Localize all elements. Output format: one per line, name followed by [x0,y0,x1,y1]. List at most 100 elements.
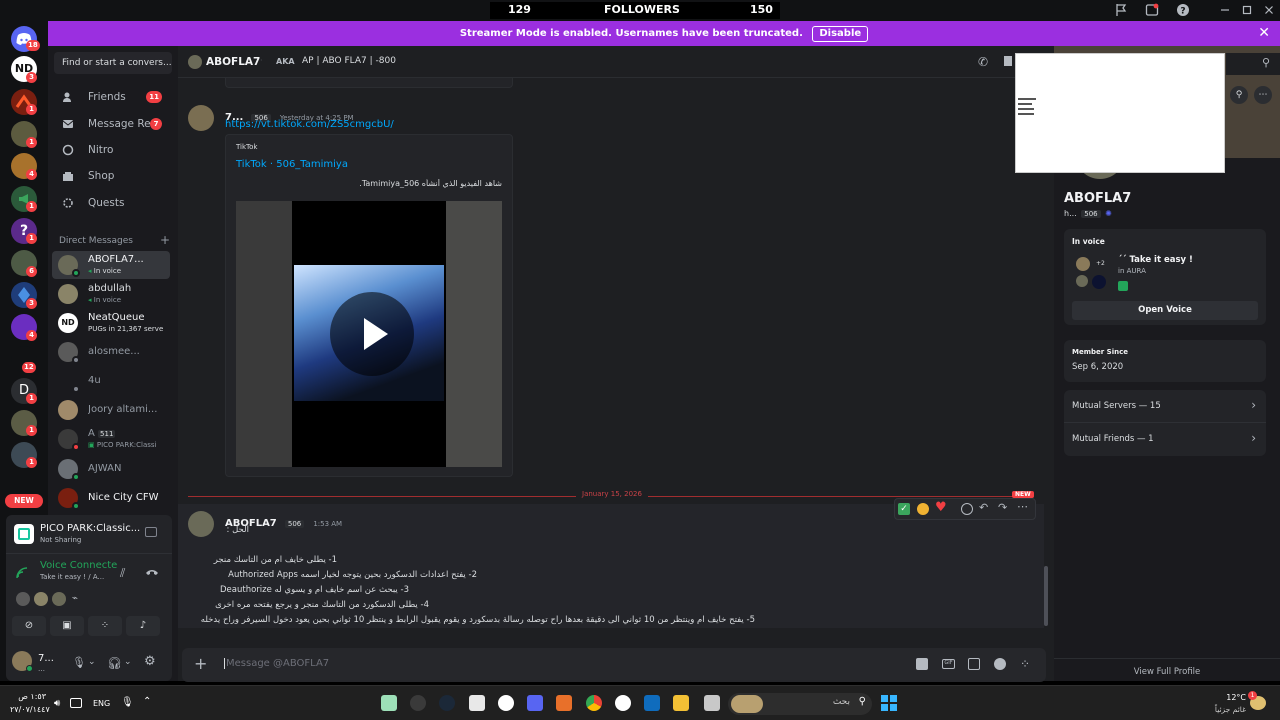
app-icon[interactable] [469,695,485,711]
screen-share-preview[interactable] [1015,53,1225,173]
dm-item[interactable]: Nice City CFW [52,484,170,512]
gif-icon[interactable]: GIF [942,659,955,669]
gift-icon[interactable] [916,658,928,670]
voice-call-icon[interactable]: ✆ [978,55,988,69]
maximize-icon[interactable] [1240,3,1256,19]
app-icon[interactable] [704,695,720,711]
avatar[interactable] [188,105,214,131]
more-options-icon[interactable]: ⋯ [1254,86,1272,104]
chrome-icon[interactable] [586,695,602,711]
more-options-icon[interactable]: ⋯ [1017,500,1028,513]
sticker-icon[interactable] [968,658,980,670]
voice-member-avatar[interactable] [16,592,30,606]
clock-date[interactable]: ٢٧/٠٧/١٤٤٧ [10,705,50,714]
voice-member-avatar[interactable] [52,592,66,606]
heart-reaction-icon[interactable]: ♥ [935,500,947,515]
emoji-reaction-icon[interactable] [917,503,929,515]
dm-item[interactable]: AJWAN [52,455,170,483]
reply-icon[interactable]: ↶ [979,501,988,514]
chevron-down-icon[interactable]: ⌄ [88,657,96,667]
nav-message-requests[interactable]: Message Re... 7 [52,112,170,136]
minimize-icon[interactable] [1218,3,1234,19]
chevron-down-icon[interactable]: ⌄ [124,657,132,667]
create-dm-plus-icon[interactable]: + [160,233,170,247]
nav-friends[interactable]: Friends 11 [52,85,170,109]
chevron-up-icon[interactable]: ⌃ [143,696,151,707]
message-input[interactable]: Message @ABOFLA7 [224,658,329,669]
steam-icon[interactable] [439,695,455,711]
app-icon[interactable] [410,695,426,711]
weather-desc[interactable]: غائم جزئياً [1200,705,1246,714]
forward-icon[interactable]: ↷ [998,501,1007,514]
voice-activity-icon[interactable]: ⌁ [72,593,78,604]
nav-nitro[interactable]: Nitro [52,138,170,162]
disconnect-icon[interactable] [145,566,159,578]
flag-icon[interactable] [1114,3,1130,19]
nav-shop[interactable]: Shop [52,164,170,188]
video-call-icon[interactable] [1004,56,1012,66]
view-full-profile-link[interactable]: View Full Profile [1054,667,1280,677]
headphones-icon[interactable]: 🎧︎ [107,656,122,670]
dm-item[interactable]: ABOFLA7... ◂ In voice [52,251,170,279]
screen-share-button[interactable]: ▣ [50,616,84,636]
discord-taskbar-icon[interactable] [527,695,543,711]
screen-share-icon[interactable] [145,527,157,537]
apps-icon[interactable]: ⁘ [1020,658,1030,670]
disable-streamer-mode-button[interactable]: Disable [812,26,869,42]
dm-item[interactable]: abdullah ◂ In voice [52,280,170,308]
windows-start-icon[interactable] [881,695,897,711]
activities-button[interactable]: ⁘ [88,616,122,636]
gear-icon[interactable]: ⚙︎ [144,654,156,669]
add-reaction-icon[interactable] [961,503,973,515]
tiktok-link[interactable]: https://vt.tiktok.com/ZS5cmgcbU/ [225,119,394,130]
inbox-icon[interactable] [1145,3,1161,19]
dm-item[interactable]: Joory altami... [52,396,170,424]
taskbar-search[interactable]: بحث ⚲ [728,693,872,715]
camera-off-button[interactable]: ⊘ [12,616,46,636]
clan-tag[interactable]: 506 [284,520,305,528]
microphone-icon[interactable]: 🎙︎ [72,656,86,669]
microphone-icon[interactable]: 🎙︎ [121,697,134,708]
avatar[interactable] [188,511,214,537]
header-username[interactable]: ABOFLA7 [206,56,260,68]
attach-plus-icon[interactable]: + [194,655,207,673]
embed-title[interactable]: TikTok · 506_Tamimiya [236,159,348,170]
file-explorer-icon[interactable] [673,695,689,711]
close-window-icon[interactable] [1262,3,1278,19]
chevron-right-icon[interactable]: › [1251,431,1256,445]
dm-item[interactable]: A 511 ▣ PICO PARK:Classi [52,425,170,453]
nav-quests[interactable]: Quests [52,191,170,215]
play-button[interactable] [330,292,414,376]
chat-scrollbar[interactable] [1044,566,1048,626]
close-icon[interactable]: ✕ [1258,26,1270,40]
voice-channel-sub[interactable]: Take it easy ! / A... [40,573,104,581]
mutual-servers[interactable]: Mutual Servers — 15 [1072,401,1161,411]
clock-time[interactable]: ١:٥٣ ص [10,692,46,701]
dm-item[interactable]: ND NeatQueue PUGs in 21,367 serve [52,309,170,337]
help-icon[interactable]: ? [1176,3,1192,19]
find-conversation-input[interactable]: Find or start a convers... [54,52,172,74]
open-voice-button[interactable]: Open Voice [1072,301,1258,320]
check-reaction-icon[interactable]: ✓ [898,503,910,515]
mutual-friends[interactable]: Mutual Friends — 1 [1072,434,1154,444]
dm-item[interactable]: 4u [52,367,170,395]
app-icon[interactable] [556,695,572,711]
voice-connected-label[interactable]: Voice Connecte [40,560,117,571]
soundboard-button[interactable]: ♪ [126,616,160,636]
noise-suppression-icon[interactable]: ⫽ [120,566,125,581]
app-icon[interactable] [498,695,514,711]
profile-search-bar[interactable]: ⚲ [1226,53,1280,75]
store-icon[interactable] [644,695,660,711]
weather-temp[interactable]: 12°C [1222,693,1246,702]
user-name[interactable]: 7... [38,653,54,664]
app-icon[interactable] [381,695,397,711]
emoji-icon[interactable] [994,658,1006,670]
voice-member-avatar[interactable] [34,592,48,606]
chevron-right-icon[interactable]: › [1251,398,1256,412]
language-indicator[interactable]: ENG [93,699,110,708]
dm-item[interactable]: alosmee... [52,338,170,366]
video-thumbnail[interactable] [236,201,502,467]
volume-icon[interactable]: 🔊︎ [54,698,60,709]
network-icon[interactable] [70,698,82,708]
search-icon[interactable]: ⚲ [1262,56,1270,69]
